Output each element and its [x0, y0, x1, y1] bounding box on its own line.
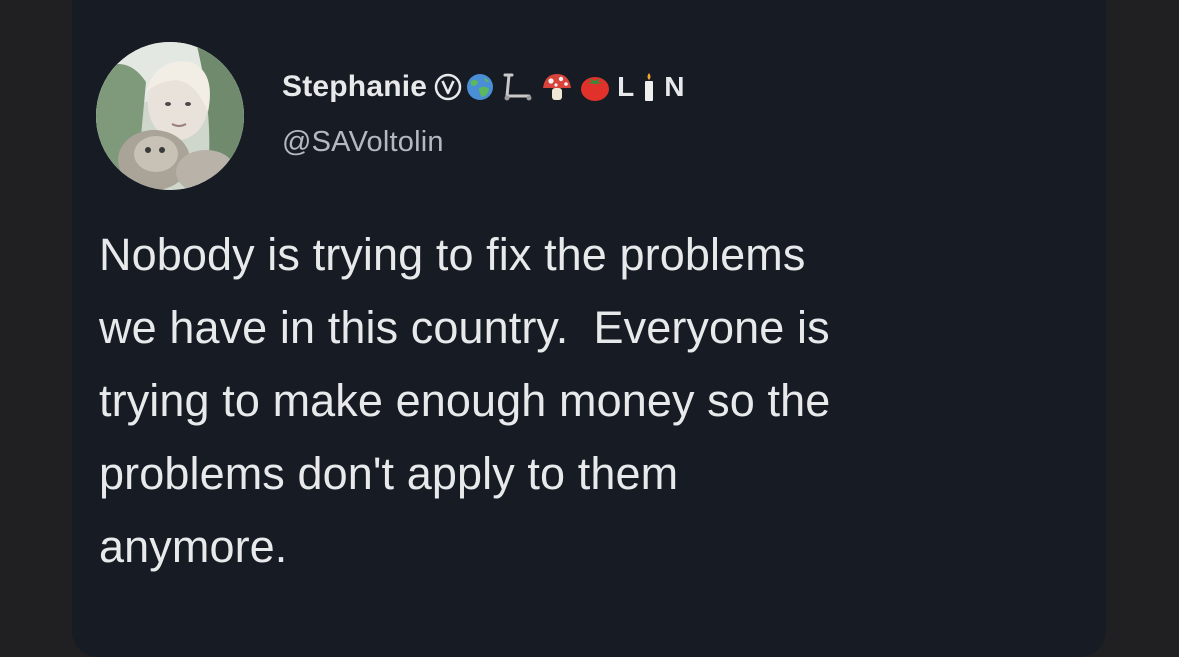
- avatar[interactable]: [96, 42, 244, 190]
- tweet-line: anymore.: [99, 521, 288, 572]
- name-letter-n: N: [664, 71, 685, 102]
- display-name[interactable]: Stephanie: [282, 70, 427, 104]
- globe-icon: [465, 72, 495, 102]
- mushroom-icon: [541, 72, 573, 102]
- tweet-card: Stephanie L N @SAVoltolin Nobody is tryi…: [72, 0, 1106, 657]
- name-letter-l: L: [617, 71, 635, 102]
- tomato-icon: [579, 72, 611, 102]
- tweet-text: Nobody is trying to fix the problems we …: [99, 218, 1099, 583]
- user-handle[interactable]: @SAVoltolin: [282, 126, 444, 159]
- tweet-line: problems don't apply to them: [99, 448, 679, 499]
- screenshot-frame: Stephanie L N @SAVoltolin Nobody is tryi…: [0, 0, 1179, 657]
- tweet-line: we have in this country. Everyone is: [99, 302, 830, 353]
- scooter-icon: [501, 72, 535, 102]
- name-row: Stephanie L N: [282, 66, 685, 108]
- tweet-line: Nobody is trying to fix the problems: [99, 229, 806, 280]
- candle-icon: [640, 72, 658, 102]
- avatar-photo: [96, 42, 244, 190]
- tweet-line: trying to make enough money so the: [99, 375, 831, 426]
- v-circle-icon: [433, 72, 463, 102]
